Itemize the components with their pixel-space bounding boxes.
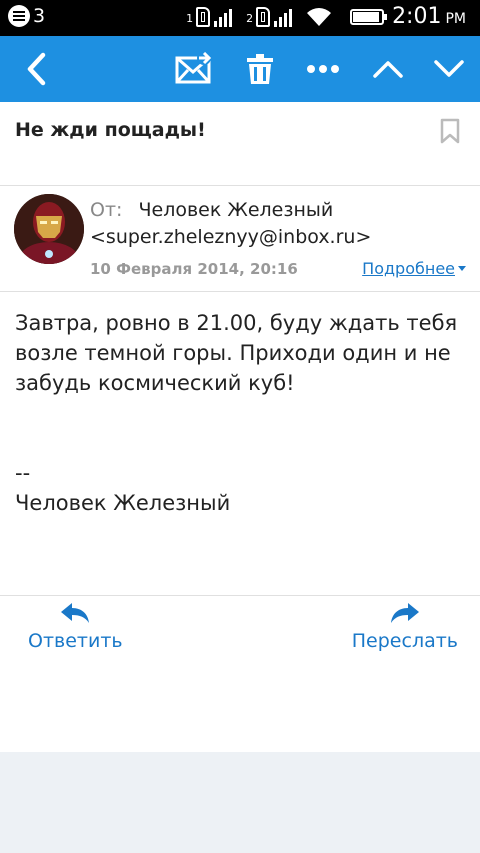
forward-button[interactable]: Переслать [352,602,458,652]
message-subject: Не жди пощады! [15,119,206,141]
back-button[interactable] [14,36,58,102]
forward-icon [390,603,419,623]
sender-email[interactable]: <super.zheleznyy@inbox.ru> [90,226,371,248]
details-link[interactable]: Подробнее [362,259,466,278]
reply-icon [61,603,90,623]
message-actions: Ответить Переслать [0,596,480,752]
reply-button[interactable]: Ответить [28,602,123,652]
previous-icon [373,61,403,78]
bookmark-icon [440,118,460,144]
message-header: От: Человек Железный <super.zheleznyy@in… [0,186,480,292]
mark-unread-button[interactable] [170,36,218,102]
footer-area [0,752,480,853]
delete-button[interactable] [240,36,280,102]
subject-bar: Не жди пощады! [0,102,480,186]
battery-icon [350,8,388,25]
previous-message-button[interactable] [368,36,408,102]
forward-label: Переслать [351,630,458,652]
clock-time: 2:01 [392,4,442,29]
notification-count: 3 [33,5,46,27]
details-label: Подробнее [362,259,455,278]
more-button[interactable] [302,36,344,102]
mark-unread-icon [175,52,212,84]
message-text: Завтра, ровно в 21.00, буду ждать тебя в… [15,311,458,395]
wifi-icon [307,7,332,26]
signature-separator: -- [15,461,31,485]
from-label: От: [90,199,123,221]
chevron-down-icon [458,266,466,271]
next-icon [434,60,464,77]
sender-avatar [14,194,84,264]
more-icon [307,65,339,73]
signature-name: Человек Железный [15,491,231,515]
trash-icon [247,54,273,84]
next-message-button[interactable] [428,36,470,102]
message-body: Завтра, ровно в 21.00, буду ждать тебя в… [0,292,480,596]
sim1-icon: 1 [186,6,233,27]
back-icon [27,52,46,86]
toolbar [0,36,480,102]
sender-name[interactable]: Человек Железный [138,199,333,221]
sim2-icon: 2 [246,6,293,27]
bookmark-button[interactable] [440,118,460,148]
notifications-icon[interactable] [8,5,30,27]
reply-label: Ответить [28,630,123,652]
message-date: 10 Февраля 2014, 20:16 [90,260,298,278]
clock-ampm: PM [445,10,466,27]
status-bar: 3 1 2 2:01 PM [0,0,480,36]
